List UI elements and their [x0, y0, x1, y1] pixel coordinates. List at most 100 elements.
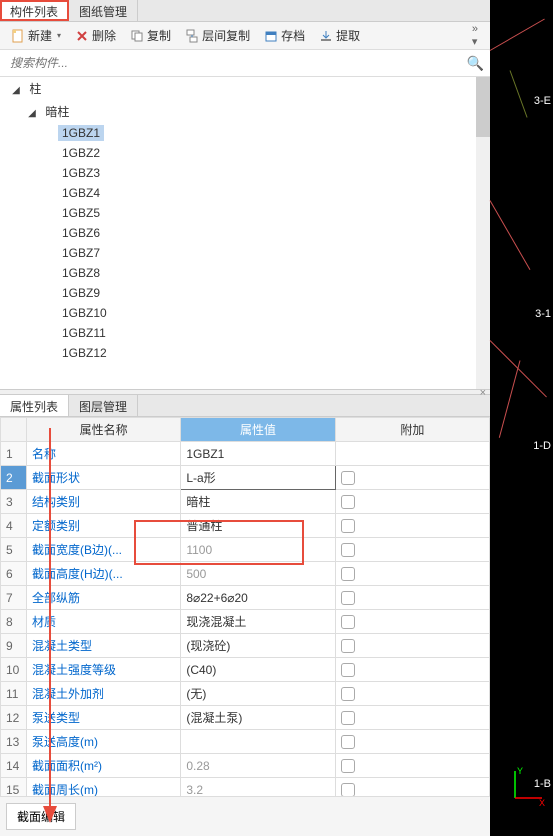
- tree-item-label: 1GBZ7: [58, 245, 104, 261]
- tree-item-1GBZ2[interactable]: 1GBZ2: [0, 143, 490, 163]
- checkbox[interactable]: [341, 543, 355, 557]
- tree-item-1GBZ12[interactable]: 1GBZ12: [0, 343, 490, 363]
- row-number: 12: [1, 706, 27, 730]
- copy-button[interactable]: 复制: [125, 25, 176, 46]
- prop-name-cell[interactable]: 截面面积(m²): [27, 754, 181, 778]
- checkbox[interactable]: [341, 639, 355, 653]
- prop-name-cell[interactable]: 全部纵筋: [27, 586, 181, 610]
- prop-add-cell[interactable]: [335, 514, 489, 538]
- checkbox[interactable]: [341, 783, 355, 796]
- checkbox[interactable]: [341, 687, 355, 701]
- toolbar-overflow[interactable]: »▾: [472, 23, 484, 48]
- splitter[interactable]: ×: [0, 389, 490, 395]
- checkbox[interactable]: [341, 519, 355, 533]
- prop-add-cell[interactable]: [335, 634, 489, 658]
- checkbox[interactable]: [341, 495, 355, 509]
- prop-row: 12泵送类型(混凝土泵): [1, 706, 490, 730]
- prop-value-cell[interactable]: [181, 730, 335, 754]
- tree-scrollbar[interactable]: [476, 77, 490, 389]
- extract-button[interactable]: 提取: [314, 25, 365, 46]
- prop-value-cell[interactable]: (混凝土泵): [181, 706, 335, 730]
- prop-name-cell[interactable]: 截面高度(H边)(...: [27, 562, 181, 586]
- tree-item-1GBZ6[interactable]: 1GBZ6: [0, 223, 490, 243]
- prop-add-cell[interactable]: [335, 658, 489, 682]
- prop-row: 11混凝土外加剂(无): [1, 682, 490, 706]
- tree-item-1GBZ11[interactable]: 1GBZ11: [0, 323, 490, 343]
- prop-name-cell[interactable]: 名称: [27, 442, 181, 466]
- prop-add-cell[interactable]: [335, 730, 489, 754]
- prop-value-cell[interactable]: 1GBZ1: [181, 442, 335, 466]
- prop-add-cell[interactable]: [335, 706, 489, 730]
- tree-item-1GBZ4[interactable]: 1GBZ4: [0, 183, 490, 203]
- prop-name-cell[interactable]: 截面周长(m): [27, 778, 181, 797]
- prop-name-cell[interactable]: 泵送类型: [27, 706, 181, 730]
- tree-item-1GBZ9[interactable]: 1GBZ9: [0, 283, 490, 303]
- prop-value-cell[interactable]: 现浇混凝土: [181, 610, 335, 634]
- prop-add-cell[interactable]: [335, 562, 489, 586]
- prop-name-cell[interactable]: 混凝土外加剂: [27, 682, 181, 706]
- tree-item-1GBZ10[interactable]: 1GBZ10: [0, 303, 490, 323]
- prop-add-cell[interactable]: [335, 610, 489, 634]
- tree-root-column[interactable]: ◢ 柱: [0, 77, 490, 100]
- tree-item-1GBZ7[interactable]: 1GBZ7: [0, 243, 490, 263]
- prop-add-cell[interactable]: [335, 754, 489, 778]
- prop-name-cell[interactable]: 结构类别: [27, 490, 181, 514]
- prop-value-cell[interactable]: (无): [181, 682, 335, 706]
- tree-sub-hidden-column[interactable]: ◢ 暗柱: [0, 100, 490, 123]
- search-icon[interactable]: 🔍: [467, 55, 484, 72]
- layer-copy-button[interactable]: 层间复制: [180, 25, 255, 46]
- tab-layer-manage[interactable]: 图层管理: [69, 395, 138, 416]
- cad-viewport[interactable]: 3-E 3-1 1-D 1-B Y X: [490, 0, 553, 836]
- prop-add-cell[interactable]: [335, 778, 489, 797]
- prop-value-cell[interactable]: 0.28: [181, 754, 335, 778]
- checkbox[interactable]: [341, 711, 355, 725]
- tab-component-list[interactable]: 构件列表: [0, 0, 69, 21]
- prop-add-cell[interactable]: [335, 586, 489, 610]
- checkbox[interactable]: [341, 591, 355, 605]
- prop-name-cell[interactable]: 泵送高度(m): [27, 730, 181, 754]
- prop-value-cell[interactable]: 8⌀22+6⌀20: [181, 586, 335, 610]
- checkbox[interactable]: [341, 663, 355, 677]
- checkbox[interactable]: [341, 615, 355, 629]
- prop-value-cell[interactable]: 3.2: [181, 778, 335, 797]
- prop-add-cell[interactable]: [335, 466, 489, 490]
- prop-name-cell[interactable]: 截面宽度(B边)(...: [27, 538, 181, 562]
- search-input[interactable]: [6, 52, 467, 74]
- tab-drawing-manage[interactable]: 图纸管理: [69, 0, 138, 21]
- row-number: 5: [1, 538, 27, 562]
- prop-name-cell[interactable]: 材质: [27, 610, 181, 634]
- prop-value-cell[interactable]: 500: [181, 562, 335, 586]
- prop-name-cell[interactable]: 混凝土强度等级: [27, 658, 181, 682]
- prop-value-cell[interactable]: 普通柱: [181, 514, 335, 538]
- close-icon[interactable]: ×: [480, 387, 486, 399]
- tab-attribute-list[interactable]: 属性列表: [0, 395, 69, 416]
- prop-value-cell[interactable]: 1100: [181, 538, 335, 562]
- prop-add-cell[interactable]: [335, 538, 489, 562]
- checkbox[interactable]: [341, 759, 355, 773]
- tree-item-1GBZ3[interactable]: 1GBZ3: [0, 163, 490, 183]
- prop-value-cell[interactable]: L-a形: [181, 466, 335, 490]
- header-value[interactable]: 属性值: [181, 418, 335, 442]
- tree-item-1GBZ1[interactable]: 1GBZ1: [0, 123, 490, 143]
- prop-value-cell[interactable]: (现浇砼): [181, 634, 335, 658]
- archive-button[interactable]: 存档: [259, 25, 310, 46]
- scrollbar-thumb[interactable]: [476, 77, 490, 137]
- tree-item-1GBZ5[interactable]: 1GBZ5: [0, 203, 490, 223]
- section-edit-button[interactable]: 截面编辑: [6, 803, 76, 830]
- checkbox[interactable]: [341, 471, 355, 485]
- prop-add-cell[interactable]: [335, 682, 489, 706]
- prop-name-cell[interactable]: 定额类别: [27, 514, 181, 538]
- prop-value-cell[interactable]: (C40): [181, 658, 335, 682]
- new-button[interactable]: 新建 ▾: [6, 25, 66, 46]
- prop-add-cell[interactable]: [335, 490, 489, 514]
- collapse-icon[interactable]: ◢: [26, 108, 38, 119]
- checkbox[interactable]: [341, 567, 355, 581]
- checkbox[interactable]: [341, 735, 355, 749]
- delete-button[interactable]: 删除: [70, 25, 121, 46]
- prop-name-cell[interactable]: 截面形状: [27, 466, 181, 490]
- prop-name-cell[interactable]: 混凝土类型: [27, 634, 181, 658]
- prop-value-cell[interactable]: 暗柱: [181, 490, 335, 514]
- axis-y-label: Y: [517, 766, 523, 776]
- collapse-icon[interactable]: ◢: [10, 85, 22, 96]
- tree-item-1GBZ8[interactable]: 1GBZ8: [0, 263, 490, 283]
